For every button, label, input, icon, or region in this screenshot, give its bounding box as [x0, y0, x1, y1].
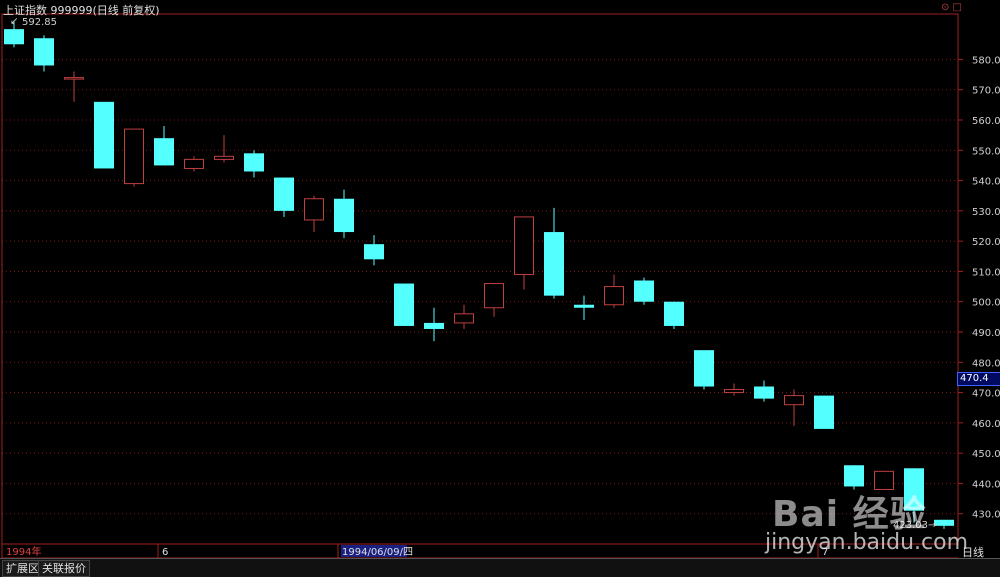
x-axis-labels: 1994年 6 1994/06/09/四 7: [1, 544, 828, 558]
candle-body-up: [184, 158, 204, 169]
candle-body-down: [754, 386, 774, 399]
candle: [604, 274, 624, 308]
y-tick-label: 540.0: [972, 177, 1000, 188]
candle: [574, 295, 594, 320]
window-controls-icon[interactable]: ⊙ □: [941, 2, 962, 13]
y-tick-label: 460.0: [972, 419, 1000, 430]
x-axis-label: 1994年: [6, 545, 41, 558]
candle-body-down: [334, 198, 354, 233]
candle: [724, 383, 744, 396]
candle-body-down: [34, 38, 54, 66]
candle-body-down: [94, 101, 114, 169]
candle: [334, 189, 354, 239]
candle-body-down: [244, 153, 264, 172]
candle: [934, 519, 954, 529]
candle-body-up: [604, 286, 624, 306]
current-price-tag: 470.4: [957, 372, 1000, 386]
y-tick-label: 580.0: [972, 55, 1000, 66]
x-axis-label: 1994/06/09/四: [342, 547, 413, 558]
candle: [664, 301, 684, 329]
candle: [364, 235, 384, 266]
candle-body-up: [64, 77, 84, 80]
y-tick-label: 550.0: [972, 146, 1000, 157]
candle-body-up: [514, 216, 534, 275]
candle: [514, 216, 534, 290]
y-tick-label: 450.0: [972, 449, 1000, 460]
candle: [184, 156, 204, 172]
candle-body-down: [844, 465, 864, 487]
y-tick-label: 470.0: [972, 389, 1000, 400]
candle: [484, 283, 504, 317]
candle: [34, 35, 54, 72]
max-arrow-icon: ↙: [10, 16, 19, 27]
candle: [244, 150, 264, 178]
grid-lines: [2, 58, 958, 515]
candle: [64, 71, 84, 102]
candle-body-up: [784, 395, 804, 406]
y-tick-label: 480.0: [972, 358, 1000, 369]
baidu-watermark-url: jingyan.baidu.com: [765, 530, 969, 555]
candle: [304, 195, 324, 233]
y-tick-label: 510.0: [972, 267, 1000, 278]
candle: [124, 128, 144, 187]
candle-body-down: [694, 350, 714, 387]
candle-body-down: [664, 301, 684, 326]
y-tick-label: 520.0: [972, 237, 1000, 248]
candle-body-down: [544, 232, 564, 296]
tab-extension-area[interactable]: 扩展区: [2, 560, 43, 577]
candle-body-down: [814, 395, 834, 429]
candle-body-down: [424, 322, 444, 329]
candle: [634, 277, 654, 305]
y-axis-ticks: 430.0 440.0 450.0 460.0 470.0 480.0 490.0 500.0…: [958, 55, 1000, 521]
candle-body-up: [724, 389, 744, 394]
max-value-label: 592.85: [22, 17, 57, 28]
candle-body-up: [454, 313, 474, 324]
y-tick-label: 490.0: [972, 328, 1000, 339]
y-tick-label: 440.0: [972, 479, 1000, 490]
chart-frame: [1, 13, 959, 559]
y-tick-label: 500.0: [972, 298, 1000, 309]
y-tick-label: 560.0: [972, 116, 1000, 127]
candle-body-down: [934, 519, 954, 526]
y-tick-label: 430.0: [972, 510, 1000, 521]
candle-body-down: [364, 244, 384, 260]
candle-body-down: [274, 177, 294, 211]
candle-body-up: [484, 283, 504, 309]
candle: [784, 389, 804, 426]
y-tick-label: 570.0: [972, 86, 1000, 97]
candle-body-down: [574, 304, 594, 308]
candle: [544, 207, 564, 299]
candle: [694, 350, 714, 390]
candle-body-up: [304, 198, 324, 221]
bottom-bar: 扩展区 关联报价: [0, 558, 1000, 577]
candle-body-down: [154, 138, 174, 166]
candle: [94, 101, 114, 169]
plot-border: [1, 13, 959, 545]
candle-body-up: [214, 155, 234, 160]
candle: [214, 135, 234, 163]
candle: [814, 395, 834, 429]
candle-body-down: [4, 29, 24, 45]
candle: [154, 126, 174, 166]
y-tick-label: 530.0: [972, 207, 1000, 218]
candle: [754, 380, 774, 402]
chart-title: 上证指数 999999(日线 前复权): [3, 4, 160, 17]
candle-body-up: [124, 128, 144, 185]
x-axis-label: 6: [162, 547, 168, 558]
candle: [424, 307, 444, 342]
candle: [394, 283, 414, 326]
candles: [4, 20, 954, 529]
chart-header: 上证指数 999999(日线 前复权) ⊙ □: [3, 2, 962, 18]
candle-body-down: [634, 280, 654, 302]
tab-related-quotes[interactable]: 关联报价: [38, 560, 90, 577]
candle-body-down: [394, 283, 414, 326]
candle: [454, 304, 474, 329]
